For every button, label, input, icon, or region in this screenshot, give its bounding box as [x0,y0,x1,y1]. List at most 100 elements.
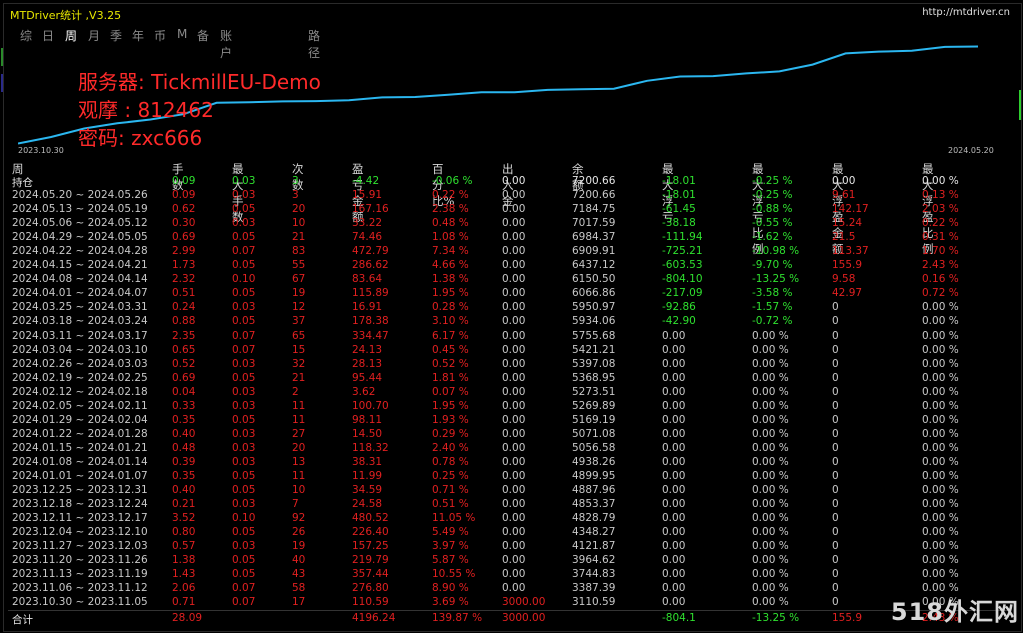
row-15-cell-1: 0.33 [172,400,196,412]
row-9-cell-4: 178.38 [352,315,389,327]
tab-2[interactable]: 周 [65,27,77,44]
row-11-cell-0: 2024.03.04 ~ 2024.03.10 [12,344,148,356]
row-23-cell-11: 0.00 % [922,512,959,524]
row-17-cell-11: 0.00 % [922,428,959,440]
row-0-cell-5: 0.22 % [432,189,469,201]
row-23-cell-8: 0.00 [662,512,686,524]
row-8-cell-9: -1.57 % [752,301,793,313]
row-25-cell-1: 0.57 [172,540,196,552]
row-24-cell-1: 0.80 [172,526,196,538]
row-24-cell-10: 0 [832,526,839,538]
tab-5[interactable]: 年 [132,27,144,44]
row-14-cell-4: 3.62 [352,386,376,398]
row-4-cell-10: 113.37 [832,245,869,257]
row-1-cell-2: 0.05 [232,203,256,215]
position-cell-pct: -0.06 % [432,175,473,187]
total-pct: 139.87 % [432,612,483,624]
row-15-cell-7: 5269.89 [572,400,616,412]
row-17-cell-9: 0.00 % [752,428,789,440]
row-18-cell-3: 20 [292,442,306,454]
row-22-cell-0: 2023.12.18 ~ 2023.12.24 [12,498,148,510]
position-cell-max_lots: 0.03 [232,175,256,187]
row-19-cell-6: 0.00 [502,456,526,468]
row-14-cell-10: 0 [832,386,839,398]
row-18-cell-5: 2.40 % [432,442,469,454]
row-12-cell-1: 0.52 [172,358,196,370]
row-0-cell-2: 0.03 [232,189,256,201]
row-27-cell-6: 0.00 [502,568,526,580]
row-6-cell-9: -13.25 % [752,273,800,285]
row-12-cell-9: 0.00 % [752,358,789,370]
row-26-cell-1: 1.38 [172,554,196,566]
row-6-cell-3: 67 [292,273,306,285]
row-24-cell-9: 0.00 % [752,526,789,538]
row-25-cell-7: 4121.87 [572,540,616,552]
row-22-cell-11: 0.00 % [922,498,959,510]
row-9-cell-10: 0 [832,315,839,327]
row-19-cell-9: 0.00 % [752,456,789,468]
row-6-cell-0: 2024.04.08 ~ 2024.04.14 [12,273,148,285]
row-13-cell-5: 1.81 % [432,372,469,384]
row-8-cell-6: 0.00 [502,301,526,313]
row-3-cell-3: 21 [292,231,306,243]
row-3-cell-8: -111.94 [662,231,703,243]
row-1-cell-9: -0.88 % [752,203,793,215]
row-22-cell-5: 0.51 % [432,498,469,510]
row-14-cell-1: 0.04 [172,386,196,398]
row-7-cell-6: 0.00 [502,287,526,299]
tab-1[interactable]: 日 [42,27,54,44]
row-28-cell-8: 0.00 [662,582,686,594]
row-5-cell-9: -9.70 % [752,259,793,271]
tab-3[interactable]: 月 [88,27,100,44]
row-1-cell-8: -61.45 [662,203,696,215]
row-25-cell-4: 157.25 [352,540,389,552]
row-10-cell-10: 0 [832,330,839,342]
row-4-cell-9: -10.98 % [752,245,800,257]
row-11-cell-5: 0.45 % [432,344,469,356]
total-lots: 28.09 [172,612,203,624]
tab-0[interactable]: 综 [20,27,32,44]
row-18-cell-9: 0.00 % [752,442,789,454]
row-3-cell-4: 74.46 [352,231,383,243]
row-21-cell-2: 0.05 [232,484,256,496]
row-0-cell-8: -18.01 [662,189,696,201]
tab-4[interactable]: 季 [110,27,122,44]
row-27-cell-2: 0.05 [232,568,256,580]
row-19-cell-1: 0.39 [172,456,196,468]
row-26-cell-11: 0.00 % [922,554,959,566]
tab-8[interactable]: 备 [197,27,209,44]
row-1-cell-3: 20 [292,203,306,215]
row-16-cell-1: 0.35 [172,414,196,426]
row-18-cell-1: 0.48 [172,442,196,454]
row-20-cell-2: 0.05 [232,470,256,482]
row-1-cell-7: 7184.75 [572,203,616,215]
row-20-cell-0: 2024.01.01 ~ 2024.01.07 [12,470,148,482]
row-0-cell-7: 7200.66 [572,189,616,201]
total-pnl: 4196.24 [352,612,396,624]
row-5-cell-6: 0.00 [502,259,526,271]
row-3-cell-9: -1.62 % [752,231,793,243]
row-20-cell-1: 0.35 [172,470,196,482]
tab-7[interactable]: M [177,27,187,41]
row-11-cell-2: 0.07 [232,344,256,356]
row-19-cell-11: 0.00 % [922,456,959,468]
row-28-cell-10: 0 [832,582,839,594]
row-29-cell-3: 17 [292,596,306,608]
row-22-cell-6: 0.00 [502,498,526,510]
row-5-cell-5: 4.66 % [432,259,469,271]
row-7-cell-4: 115.89 [352,287,389,299]
app-url-link[interactable]: http://mtdriver.cn [922,7,1010,18]
row-3-cell-6: 0.00 [502,231,526,243]
row-10-cell-9: 0.00 % [752,330,789,342]
row-24-cell-4: 226.40 [352,526,389,538]
row-2-cell-9: -0.55 % [752,217,793,229]
row-5-cell-2: 0.05 [232,259,256,271]
row-16-cell-7: 5169.19 [572,414,616,426]
row-12-cell-3: 32 [292,358,306,370]
row-24-cell-5: 5.49 % [432,526,469,538]
row-2-cell-10: 15.24 [832,217,863,229]
tab-6[interactable]: 币 [154,27,166,44]
row-14-cell-3: 2 [292,386,299,398]
row-29-cell-0: 2023.10.30 ~ 2023.11.05 [12,596,148,608]
row-20-cell-7: 4899.95 [572,470,616,482]
